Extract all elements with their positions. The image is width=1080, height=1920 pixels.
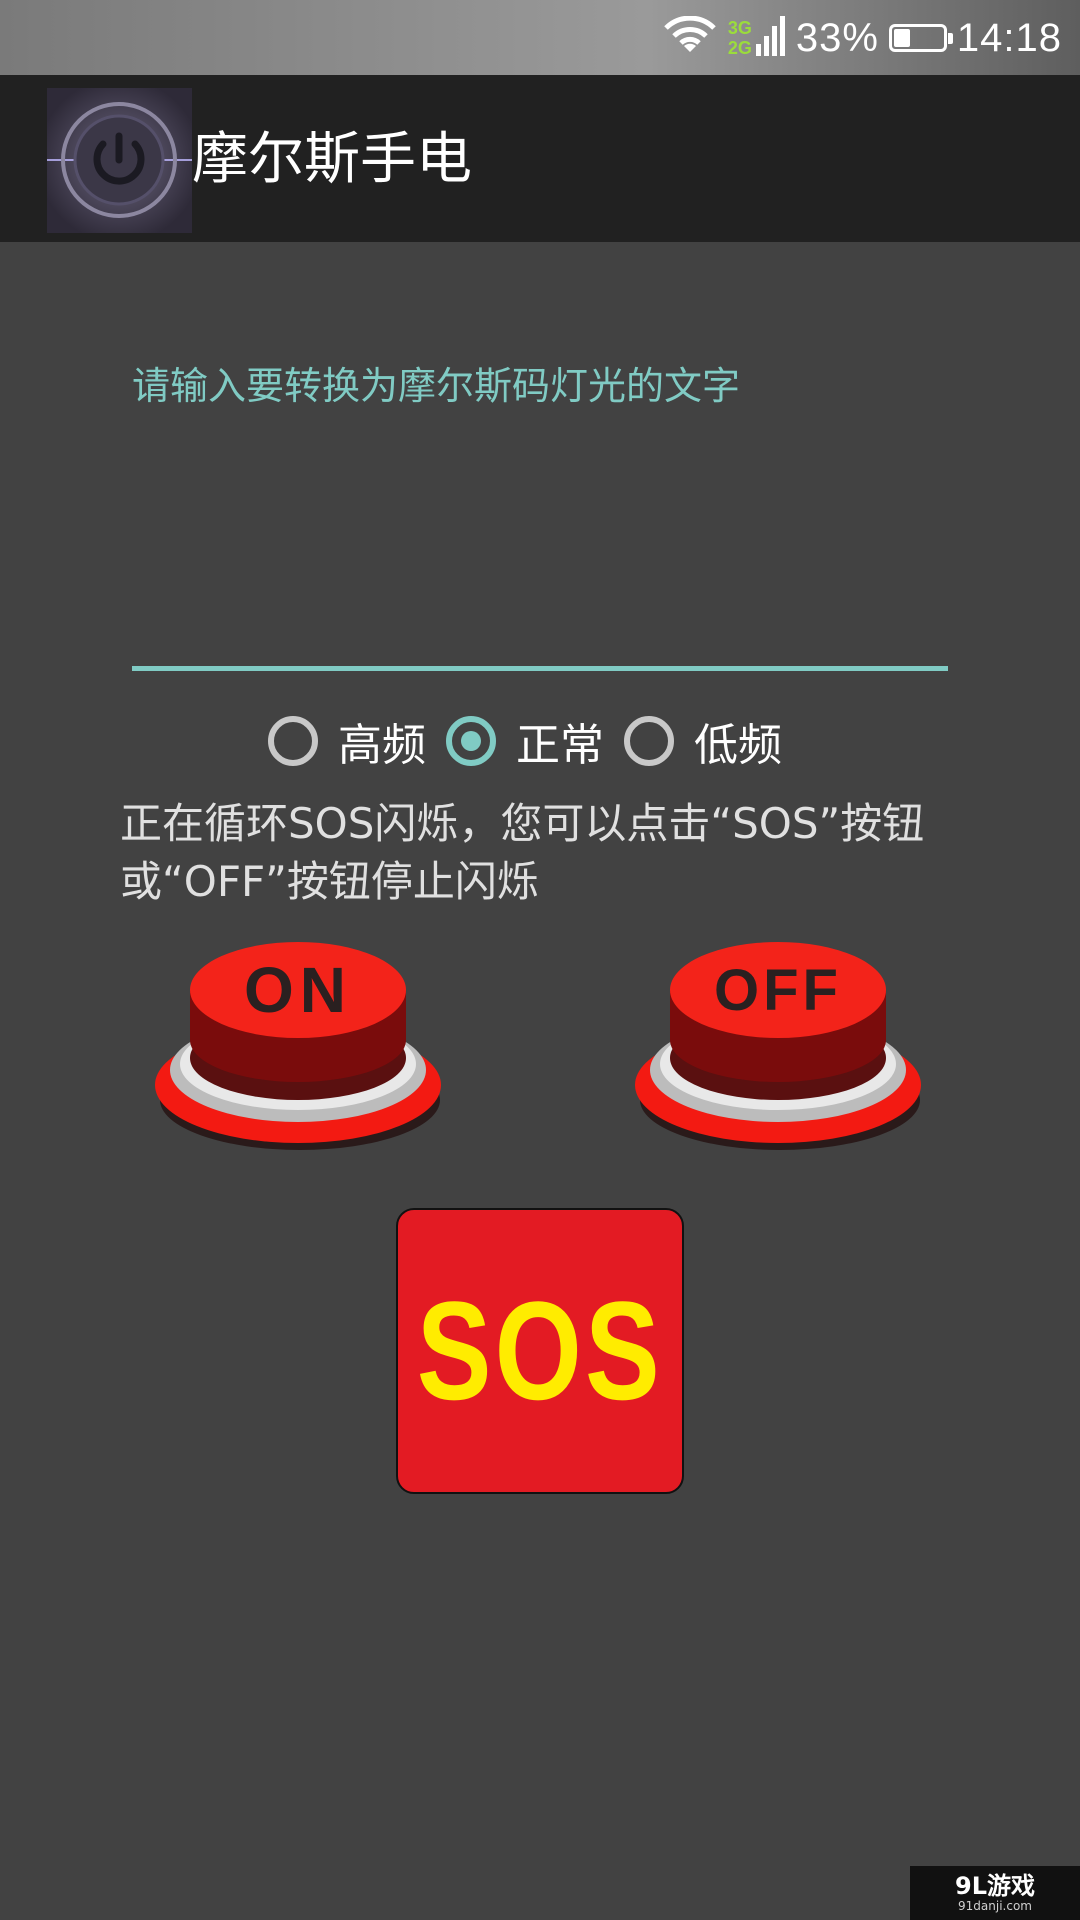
signal-icon — [755, 14, 786, 63]
radio-label: 高频 — [338, 720, 426, 771]
status-message: 正在循环SOS闪烁，您可以点击“SOS”按钮或“OFF”按钮停止闪烁 — [120, 799, 925, 906]
sos-button[interactable]: SOS — [396, 1208, 684, 1494]
status-bar: 3G 2G 33% 14:18 — [0, 0, 1080, 75]
network-bottom-label: 2G — [727, 38, 752, 58]
radio-button[interactable] — [624, 716, 674, 766]
app-title: 摩尔斯手电 — [192, 127, 472, 192]
morse-input-hint[interactable]: 请输入要转换为摩尔斯码灯光的文字 — [132, 358, 740, 414]
radio-high-frequency[interactable]: 高频 — [268, 709, 426, 773]
battery-icon — [888, 24, 953, 52]
off-button-label: OFF — [714, 958, 842, 1023]
radio-low-frequency[interactable]: 低频 — [624, 709, 782, 773]
watermark: 9L游戏 91danji.com — [910, 1866, 1080, 1920]
watermark-logo: 9L游戏 — [955, 1872, 1035, 1900]
on-button-label: ON — [244, 954, 352, 1026]
network-top-label: 3G — [727, 18, 752, 38]
morse-input-underline[interactable] — [132, 666, 948, 671]
battery-percent: 33% — [795, 15, 879, 60]
wifi-icon — [662, 15, 718, 61]
network-type: 3G 2G — [728, 18, 752, 58]
radio-button[interactable] — [268, 716, 318, 766]
radio-label: 低频 — [694, 720, 782, 771]
sos-button-label: SOS — [416, 1272, 664, 1429]
radio-label: 正常 — [516, 720, 604, 771]
power-icon — [47, 88, 192, 233]
radio-button[interactable] — [446, 716, 496, 766]
frequency-radio-group: 高频 正常 低频 — [268, 705, 802, 777]
action-bar: 摩尔斯手电 — [0, 75, 1080, 242]
watermark-url: 91danji.com — [958, 1899, 1032, 1913]
radio-normal-frequency[interactable]: 正常 — [446, 709, 604, 773]
on-button[interactable]: ON — [152, 930, 452, 1160]
off-button[interactable]: OFF — [632, 930, 932, 1160]
status-icons: 3G 2G 33% 14:18 — [662, 10, 1062, 66]
battery-fill — [893, 29, 910, 47]
clock: 14:18 — [956, 15, 1062, 60]
